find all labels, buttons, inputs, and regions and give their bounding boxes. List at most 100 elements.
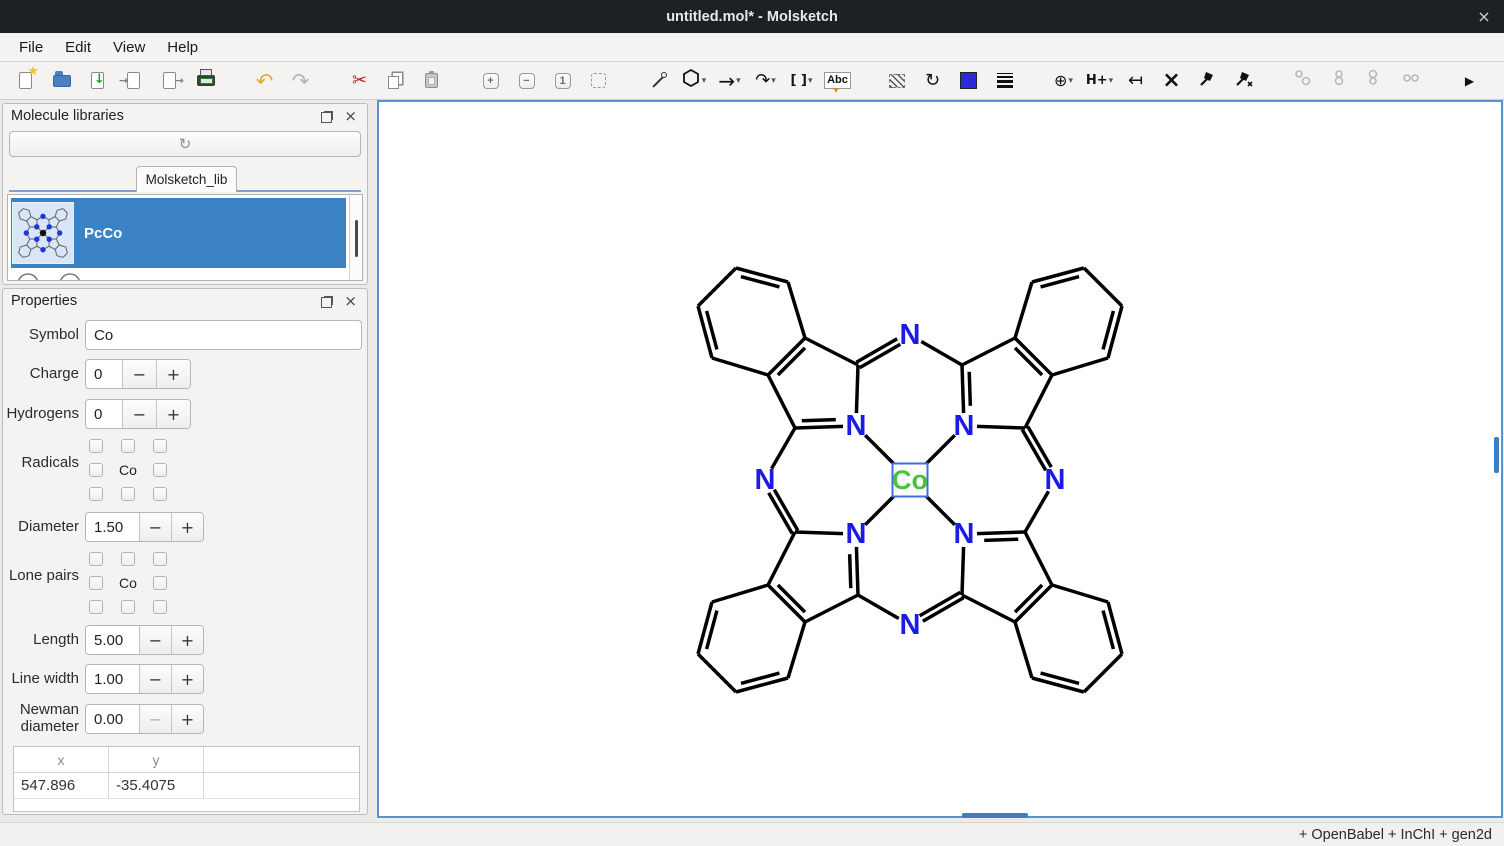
- close-panel-icon[interactable]: ×: [344, 292, 357, 310]
- bond[interactable]: [27, 239, 30, 245]
- hydrogens-decrement-button[interactable]: −: [122, 400, 156, 428]
- atom-label-NB[interactable]: N: [900, 609, 921, 641]
- bond[interactable]: [977, 426, 1025, 428]
- bond[interactable]: [59, 245, 65, 247]
- canvas-hscrollbar-handle[interactable]: [962, 813, 1028, 818]
- bond[interactable]: [49, 246, 55, 249]
- select-area-icon[interactable]: [883, 67, 910, 94]
- bond[interactable]: [23, 256, 29, 258]
- curved-arrow-dropdown-icon[interactable]: ▾: [771, 76, 776, 86]
- radical-checkbox[interactable]: [89, 463, 103, 477]
- bond[interactable]: [55, 245, 59, 249]
- bond[interactable]: [698, 306, 712, 358]
- newman-diameter-increment-button[interactable]: +: [171, 705, 203, 733]
- bond[interactable]: [19, 209, 23, 213]
- bond[interactable]: [805, 595, 858, 622]
- bond[interactable]: [1015, 338, 1052, 375]
- bond[interactable]: [969, 372, 970, 406]
- add-hydrogen-icon[interactable]: H+▾: [1086, 67, 1113, 94]
- delete-item-icon[interactable]: ×: [1158, 67, 1185, 94]
- bond[interactable]: [56, 221, 59, 227]
- bond[interactable]: [768, 585, 805, 622]
- newman-diameter-value[interactable]: 0.00: [86, 705, 139, 733]
- bond[interactable]: [736, 678, 788, 692]
- mechanics-add-icon[interactable]: [1230, 67, 1257, 94]
- bond[interactable]: [20, 219, 26, 221]
- bond[interactable]: [55, 249, 57, 255]
- bond[interactable]: [698, 602, 712, 654]
- bond[interactable]: [29, 210, 31, 216]
- export-file-icon[interactable]: →: [156, 67, 183, 94]
- bond[interactable]: [768, 338, 805, 375]
- bond[interactable]: [768, 532, 795, 585]
- bond[interactable]: [856, 365, 858, 413]
- radical-checkbox[interactable]: [153, 439, 167, 453]
- lone-pair-checkbox[interactable]: [153, 576, 167, 590]
- electron-flow-icon[interactable]: ↤: [1122, 67, 1149, 94]
- radical-checkbox[interactable]: [121, 439, 135, 453]
- diameter-decrement-button[interactable]: −: [139, 513, 171, 541]
- line-width-increment-button[interactable]: +: [171, 665, 203, 693]
- line-width-picker-icon[interactable]: [991, 67, 1018, 94]
- bond[interactable]: [788, 622, 805, 678]
- length-increment-button[interactable]: +: [171, 626, 203, 654]
- bond[interactable]: [858, 595, 899, 619]
- add-hydrogen-dropdown-icon[interactable]: ▾: [1109, 76, 1114, 86]
- mechanics-icon[interactable]: [1194, 67, 1221, 94]
- bond[interactable]: [712, 358, 768, 375]
- draw-bond-icon[interactable]: [644, 67, 671, 94]
- length-value[interactable]: 5.00: [86, 626, 139, 654]
- atom-label-NL[interactable]: N: [755, 464, 776, 496]
- save-file-icon[interactable]: ↓: [84, 67, 111, 94]
- bond[interactable]: [1108, 306, 1122, 358]
- bond[interactable]: [55, 210, 57, 216]
- bond[interactable]: [921, 341, 962, 365]
- atom-label-N1[interactable]: N: [846, 410, 867, 442]
- draw-ring-dropdown-icon[interactable]: ▾: [702, 76, 707, 86]
- zoom-fit-icon[interactable]: [585, 67, 612, 94]
- reaction-arrow-icon[interactable]: →▾: [716, 67, 743, 94]
- bond[interactable]: [1052, 358, 1108, 375]
- draw-ring-icon[interactable]: ▾: [680, 67, 707, 94]
- bond[interactable]: [698, 654, 736, 692]
- bond[interactable]: [66, 213, 68, 219]
- bond[interactable]: [27, 221, 30, 227]
- bond[interactable]: [1025, 491, 1049, 532]
- library-scrollbar[interactable]: [349, 195, 362, 280]
- open-file-icon[interactable]: [48, 67, 75, 94]
- symbol-input[interactable]: [85, 320, 362, 350]
- radical-checkbox[interactable]: [89, 487, 103, 501]
- menu-view[interactable]: View: [102, 39, 156, 56]
- add-charge-dropdown-icon[interactable]: ▾: [1068, 76, 1073, 86]
- hydrogens-increment-button[interactable]: +: [156, 400, 190, 428]
- radical-checkbox[interactable]: [153, 463, 167, 477]
- add-charge-icon[interactable]: ⊕▾: [1050, 67, 1077, 94]
- menu-edit[interactable]: Edit: [54, 39, 102, 56]
- diameter-value[interactable]: 1.50: [86, 513, 139, 541]
- bond[interactable]: [962, 547, 964, 595]
- atom-label-N3[interactable]: N: [954, 518, 975, 550]
- bond[interactable]: [31, 217, 37, 220]
- float-panel-icon[interactable]: [324, 111, 333, 120]
- bond[interactable]: [57, 256, 63, 258]
- cut-icon[interactable]: ✂: [346, 67, 373, 94]
- line-width-decrement-button[interactable]: −: [139, 665, 171, 693]
- charge-increment-button[interactable]: +: [156, 360, 190, 388]
- bond[interactable]: [1015, 282, 1032, 338]
- rotate-icon[interactable]: ↻: [919, 67, 946, 94]
- atom-label-CO[interactable]: Co: [892, 465, 928, 495]
- bond[interactable]: [19, 253, 23, 257]
- bond[interactable]: [27, 245, 31, 249]
- float-panel-icon[interactable]: [324, 296, 333, 305]
- bond[interactable]: [805, 338, 858, 365]
- atom-label-N4[interactable]: N: [846, 518, 867, 550]
- bond[interactable]: [977, 532, 1025, 534]
- bond[interactable]: [795, 426, 843, 428]
- bond[interactable]: [23, 209, 29, 211]
- bond[interactable]: [49, 217, 55, 220]
- bond[interactable]: [63, 253, 67, 257]
- charge-value[interactable]: 0: [86, 360, 122, 388]
- line-width-value[interactable]: 1.00: [86, 665, 139, 693]
- reaction-arrow-dropdown-icon[interactable]: ▾: [736, 76, 741, 86]
- bond[interactable]: [1084, 268, 1122, 306]
